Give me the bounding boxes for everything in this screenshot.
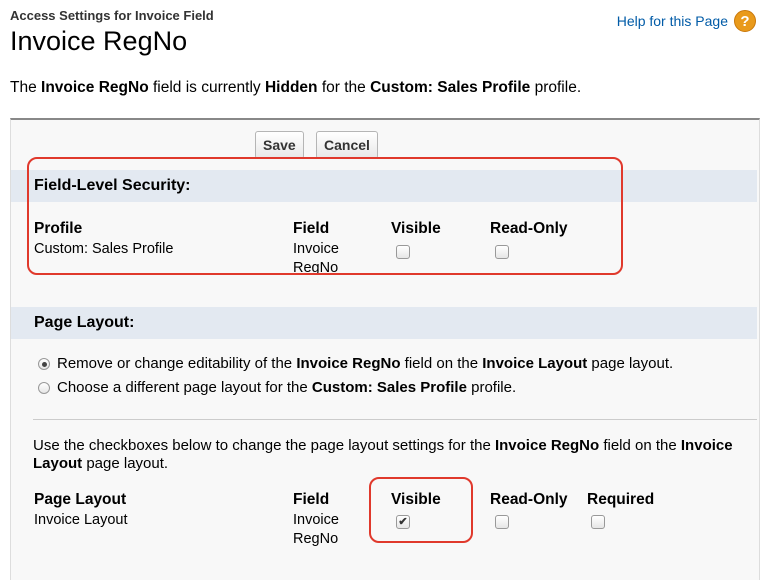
layout-instructions: Use the checkboxes below to change the p… <box>33 437 748 473</box>
desc-text: field is currently <box>148 79 265 96</box>
layout-name-value: Invoice Layout <box>34 512 128 528</box>
instr-text: page layout. <box>82 455 169 472</box>
divider <box>33 419 757 420</box>
fls-highlight-box <box>27 157 623 275</box>
option-text: page layout. <box>587 355 674 372</box>
instr-bold: Invoice RegNo <box>494 437 600 454</box>
option-text: profile. <box>466 379 517 396</box>
option-text: Choose a different page layout for the <box>57 379 312 396</box>
save-button[interactable]: Save <box>255 131 304 159</box>
page-title: Invoice RegNo <box>10 26 188 56</box>
desc-text: The <box>10 79 42 96</box>
layout-col-required: Required <box>587 491 655 508</box>
page-layout-section-title: Page Layout: <box>34 314 135 331</box>
layout-field-line: RegNo <box>293 531 339 547</box>
option-text: field on the <box>400 355 483 372</box>
radio-remove-change[interactable] <box>38 358 50 370</box>
instr-text: Use the checkboxes below to change the p… <box>33 437 495 454</box>
radio-choose-layout[interactable] <box>38 382 50 394</box>
field-status-description: The Invoice RegNo field is currently Hid… <box>10 79 581 97</box>
breadcrumb: Access Settings for Invoice Field <box>10 8 214 23</box>
desc-field: Invoice RegNo <box>41 79 149 96</box>
radio-choose-layout-label[interactable]: Choose a different page layout for the C… <box>57 379 516 396</box>
option-text: Remove or change editability of the <box>57 355 297 372</box>
option-bold: Invoice Layout <box>482 355 588 372</box>
desc-profile: Custom: Sales Profile <box>370 79 531 96</box>
layout-col-field: Field <box>293 491 330 508</box>
layout-field-value: Invoice RegNo <box>293 511 339 549</box>
help-link-container[interactable]: Help for this Page ? <box>617 10 756 32</box>
instr-text: field on the <box>599 437 681 454</box>
desc-state: Hidden <box>264 79 318 96</box>
layout-col-page-layout: Page Layout <box>34 491 127 508</box>
help-icon[interactable]: ? <box>734 10 756 32</box>
option-bold: Custom: Sales Profile <box>311 379 467 396</box>
option-bold: Invoice RegNo <box>296 355 401 372</box>
layout-col-read-only: Read-Only <box>490 491 568 508</box>
layout-required-checkbox[interactable] <box>591 515 605 529</box>
page-layout-section-header: Page Layout: <box>11 307 757 339</box>
desc-text: for the <box>317 79 371 96</box>
layout-read-only-checkbox[interactable] <box>495 515 509 529</box>
layout-field-line: Invoice <box>293 512 339 528</box>
visible-highlight-box <box>369 477 473 543</box>
desc-text: profile. <box>530 79 582 96</box>
radio-remove-change-label[interactable]: Remove or change editability of the Invo… <box>57 355 673 372</box>
help-link[interactable]: Help for this Page <box>617 13 728 29</box>
cancel-button[interactable]: Cancel <box>316 131 378 159</box>
